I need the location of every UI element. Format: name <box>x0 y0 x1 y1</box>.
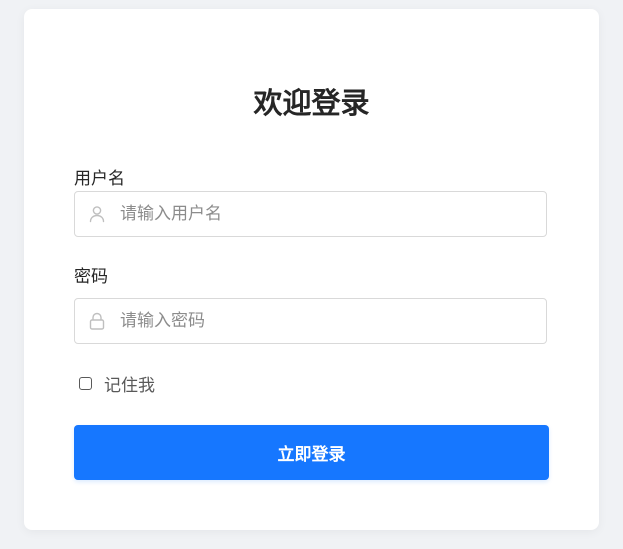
password-field[interactable] <box>74 298 547 344</box>
username-input[interactable] <box>120 192 530 236</box>
page-title: 欢迎登录 <box>253 86 370 120</box>
login-card: 欢迎登录 用户名 密码 记住我 立即登录 <box>24 9 599 530</box>
username-field[interactable] <box>74 191 547 237</box>
remember-me[interactable]: 记住我 <box>79 371 155 396</box>
password-input[interactable] <box>120 299 530 343</box>
password-label: 密码 <box>74 267 108 287</box>
remember-checkbox[interactable] <box>79 376 92 390</box>
user-icon <box>87 204 107 224</box>
login-button[interactable]: 立即登录 <box>74 425 549 480</box>
remember-label[interactable]: 记住我 <box>104 371 155 396</box>
username-label: 用户名 <box>74 169 125 189</box>
lock-icon <box>87 311 107 331</box>
